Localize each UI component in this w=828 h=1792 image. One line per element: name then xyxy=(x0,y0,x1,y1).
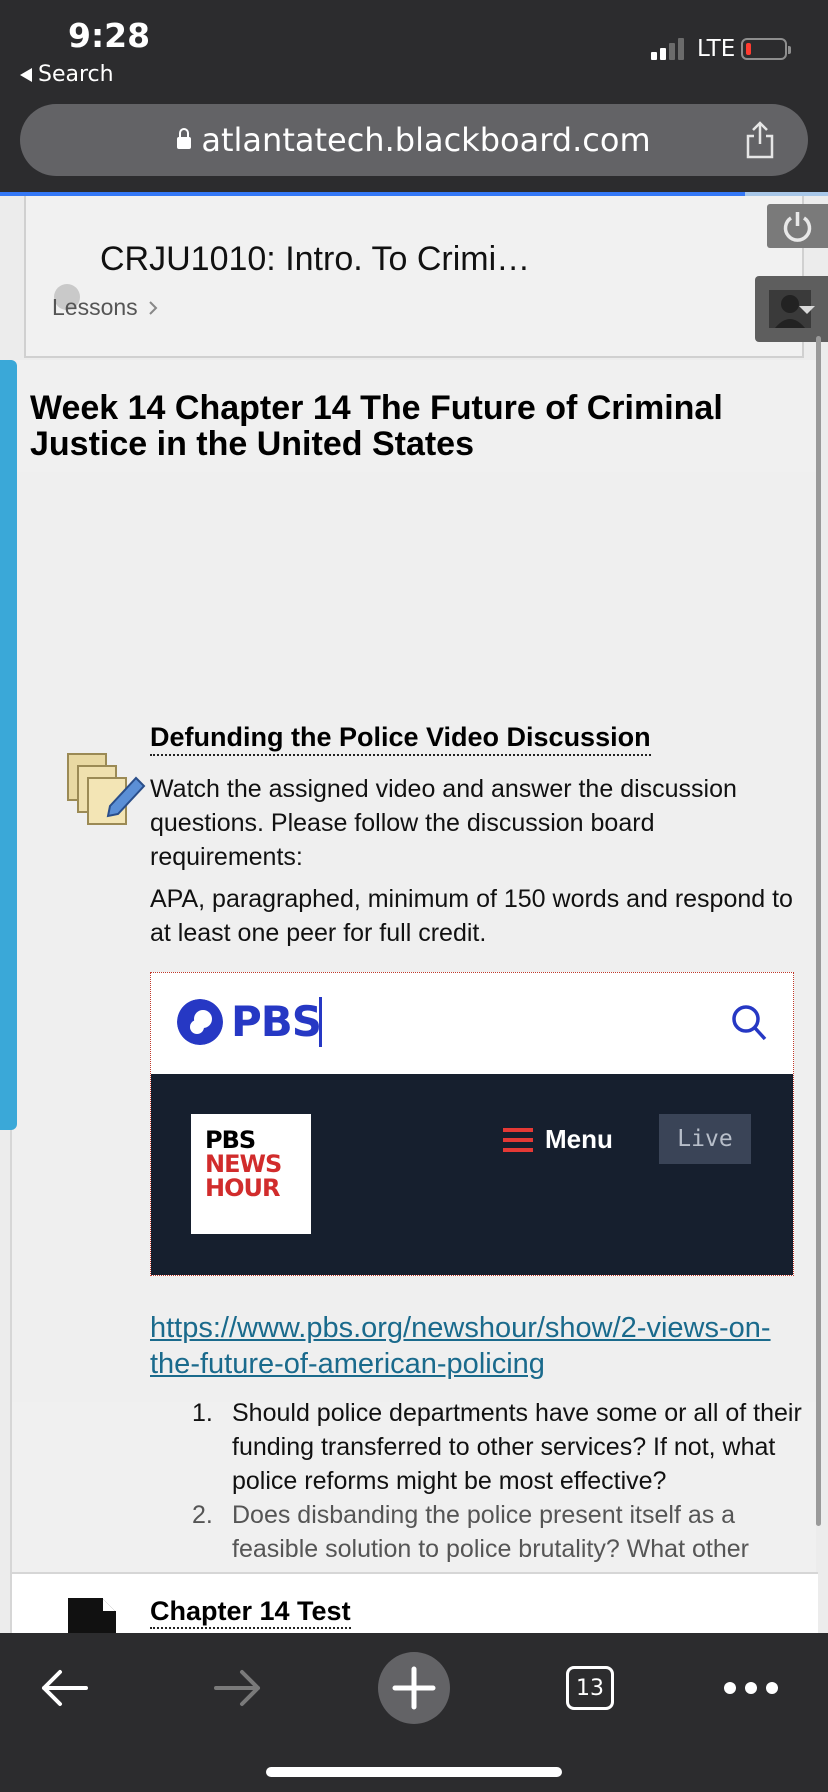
pbs-divider xyxy=(319,997,322,1047)
more-button[interactable] xyxy=(716,1643,786,1733)
page-content: CRJU1010: Intro. To Crimi… Lessons Week … xyxy=(0,196,828,1633)
logout-button[interactable] xyxy=(767,204,828,248)
home-indicator[interactable] xyxy=(266,1767,562,1777)
pbs-header: PBS xyxy=(151,973,793,1074)
search-icon[interactable] xyxy=(729,1001,769,1045)
pbs-logo-icon xyxy=(177,999,223,1045)
next-content-item: Chapter 14 Test xyxy=(12,1572,818,1633)
newshour-bar: PBS NEWS HOUR Menu Live xyxy=(151,1074,793,1275)
address-bar[interactable]: atlantatech.blackboard.com xyxy=(20,104,808,176)
list-item: 1. Should police departments have some o… xyxy=(192,1399,802,1495)
status-time: 9:28 xyxy=(68,16,151,55)
tab-count: 13 xyxy=(566,1666,614,1710)
newshour-line-3: HOUR xyxy=(205,1174,280,1202)
back-button[interactable] xyxy=(28,1643,100,1733)
network-label: LTE xyxy=(697,36,736,62)
week-title: Week 14 Chapter 14 The Future of Crimina… xyxy=(30,389,723,463)
newshour-line-2: NEWS xyxy=(205,1150,282,1178)
discussion-requirements: APA, paragraphed, minimum of 150 words a… xyxy=(150,885,793,947)
left-accent-bar xyxy=(0,360,17,1130)
newshour-line-1: PBS xyxy=(205,1126,256,1154)
breadcrumb[interactable]: Lessons xyxy=(52,294,158,321)
live-button[interactable]: Live xyxy=(659,1114,751,1164)
course-title[interactable]: CRJU1010: Intro. To Crimi… xyxy=(100,240,530,279)
plus-icon xyxy=(378,1652,450,1724)
share-icon[interactable] xyxy=(742,120,778,160)
discussion-title-link[interactable]: Defunding the Police Video Discussion xyxy=(150,722,651,756)
back-arrow-icon xyxy=(20,67,32,82)
back-to-search-button[interactable]: Search xyxy=(20,62,114,87)
breadcrumb-lessons[interactable]: Lessons xyxy=(52,294,138,321)
chapter-test-link[interactable]: Chapter 14 Test xyxy=(150,1596,351,1629)
lock-icon xyxy=(177,128,192,149)
new-tab-button[interactable] xyxy=(376,1643,452,1733)
browser-chrome-top: 9:28 Search LTE atlantatech.blackboard.c… xyxy=(0,0,828,192)
video-link[interactable]: https://www.pbs.org/newshour/show/2-view… xyxy=(150,1310,810,1382)
avatar-icon xyxy=(769,290,815,328)
discussion-instructions: Watch the assigned video and answer the … xyxy=(150,775,737,871)
battery-icon xyxy=(741,38,791,60)
more-icon xyxy=(724,1682,778,1694)
pbs-wordmark[interactable]: PBS xyxy=(231,997,322,1046)
course-header: CRJU1010: Intro. To Crimi… Lessons xyxy=(24,196,804,358)
test-icon xyxy=(68,1598,116,1633)
power-icon xyxy=(783,212,812,242)
menu-button[interactable]: Menu xyxy=(503,1124,613,1155)
menu-label: Menu xyxy=(545,1124,613,1154)
pbs-embed[interactable]: PBS PBS NEWS HOUR Menu Live xyxy=(150,972,794,1276)
discussion-board-icon xyxy=(67,753,146,825)
back-search-label: Search xyxy=(38,62,114,87)
chevron-right-icon xyxy=(148,300,158,315)
question-list: 1. Should police departments have some o… xyxy=(180,1396,820,1600)
question-text: Should police departments have some or a… xyxy=(232,1399,802,1495)
tabs-button[interactable]: 13 xyxy=(560,1643,620,1733)
arrow-left-icon xyxy=(42,1670,88,1706)
newshour-logo[interactable]: PBS NEWS HOUR xyxy=(191,1114,311,1234)
url-text: atlantatech.blackboard.com xyxy=(201,121,651,159)
lesson-content: Week 14 Chapter 14 The Future of Crimina… xyxy=(10,360,818,1633)
user-menu-button[interactable] xyxy=(755,276,828,342)
page-scrollbar[interactable] xyxy=(816,336,821,1526)
signal-icon xyxy=(651,36,684,60)
forward-button[interactable] xyxy=(202,1643,274,1733)
arrow-right-icon xyxy=(214,1670,260,1706)
hamburger-icon xyxy=(503,1127,533,1152)
